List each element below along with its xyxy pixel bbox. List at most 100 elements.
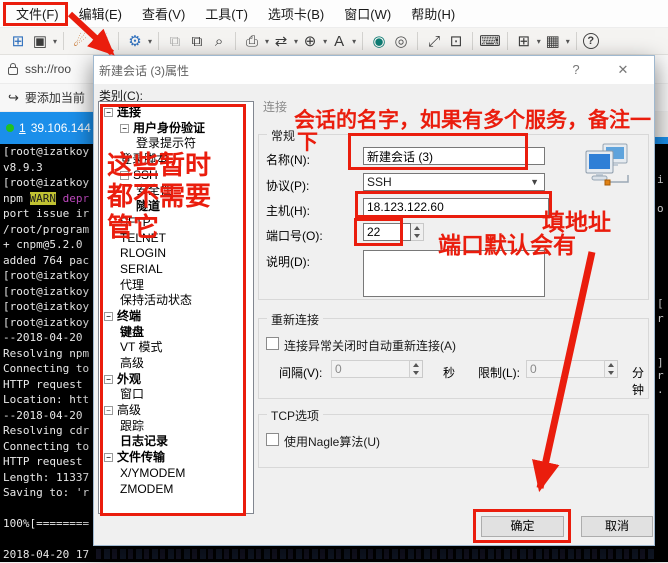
description-textarea[interactable] — [363, 250, 545, 297]
encoding-globe-icon-dropdown[interactable]: ▾ — [323, 37, 327, 46]
tree-item-ZMODEM[interactable]: ZMODEM — [99, 482, 253, 498]
menu-item-5[interactable]: 选项卡(B) — [258, 0, 334, 27]
open-folder-icon-dropdown[interactable]: ▾ — [53, 37, 57, 46]
tree-item-label: 安全性 — [136, 183, 173, 198]
tree-item-登录提示符[interactable]: 登录提示符 — [99, 136, 253, 152]
tree-collapse-icon[interactable]: − — [104, 453, 113, 463]
connect-icon[interactable]: ☄ — [70, 31, 90, 52]
interval-spin-buttons[interactable] — [410, 360, 423, 378]
port-input[interactable] — [363, 223, 411, 241]
copy-icon[interactable]: ⧉ — [165, 31, 185, 52]
tree-item-键盘[interactable]: 键盘 — [99, 325, 253, 341]
limit-input[interactable] — [526, 360, 605, 378]
tree-item-VT 模式[interactable]: VT 模式 — [99, 340, 253, 356]
disconnect-icon[interactable]: ☄ — [92, 31, 112, 52]
reconnect-checkbox[interactable] — [266, 337, 279, 350]
tree-collapse-icon[interactable]: − — [120, 124, 129, 134]
tree-item-label: SERIAL — [120, 261, 163, 276]
nagle-checkbox[interactable] — [266, 433, 279, 446]
session-properties-icon-dropdown[interactable]: ▾ — [148, 37, 152, 46]
tree-item-用户身份验证[interactable]: − 用户身份验证 — [99, 121, 253, 137]
host-input[interactable] — [363, 198, 549, 216]
address-text: ssh://roo — [25, 62, 72, 76]
fullscreen-icon[interactable]: ⤢ — [424, 31, 444, 52]
terminal-edge-char: [ — [657, 297, 664, 310]
tree-item-X/YMODEM[interactable]: X/YMODEM — [99, 466, 253, 482]
transfer-icon-dropdown[interactable]: ▾ — [294, 37, 298, 46]
tree-item-连接[interactable]: − 连接 — [99, 105, 253, 121]
open-folder-icon[interactable]: ▣ — [30, 31, 50, 52]
tree-item-隧道[interactable]: 隧道 — [99, 199, 253, 215]
interval-label: 间隔(V): — [279, 366, 323, 380]
tree-item-登录脚本[interactable]: 登录脚本 — [99, 152, 253, 168]
tree-item-外观[interactable]: − 外观 — [99, 372, 253, 388]
find-icon[interactable]: ⌕ — [209, 31, 229, 52]
tree-collapse-icon[interactable]: − — [104, 108, 113, 118]
dialog-close-button[interactable]: ✕ — [608, 60, 638, 80]
tree-item-高级[interactable]: − 高级 — [99, 403, 253, 419]
panel-section-header: 连接 — [263, 100, 288, 114]
new-window-icon-dropdown[interactable]: ▾ — [537, 37, 541, 46]
tree-item-高级[interactable]: 高级 — [99, 356, 253, 372]
terminal-line: [root@izatkoy — [3, 176, 90, 189]
xshell-icon[interactable]: ◉ — [369, 31, 389, 52]
tree-item-SFTP[interactable]: SFTP — [99, 215, 253, 231]
tree-item-终端[interactable]: − 终端 — [99, 309, 253, 325]
toolbar-separator — [417, 32, 419, 50]
tree-collapse-icon[interactable]: − — [104, 406, 113, 416]
dialog-title: 新建会话 (3)属性 — [99, 63, 190, 78]
session-properties-icon[interactable]: ⚙ — [125, 31, 145, 52]
virtual-keyboard-icon[interactable]: ⌨ — [479, 31, 501, 52]
tree-item-TELNET[interactable]: TELNET — [99, 231, 253, 247]
tree-item-窗口[interactable]: 窗口 — [99, 387, 253, 403]
menu-item-2[interactable]: 编辑(E) — [69, 0, 132, 27]
tree-item-RLOGIN[interactable]: RLOGIN — [99, 246, 253, 262]
tree-item-SSH[interactable]: − SSH — [99, 168, 253, 184]
limit-spin-buttons[interactable] — [605, 360, 618, 378]
print-icon-dropdown[interactable]: ▾ — [265, 37, 269, 46]
print-icon[interactable]: ⎙ — [242, 31, 262, 52]
terminal-line: [root@izatkoy — [3, 145, 90, 158]
name-input[interactable] — [363, 147, 545, 165]
tree-item-保持活动状态[interactable]: 保持活动状态 — [99, 293, 253, 309]
menu-item-7[interactable]: 帮助(H) — [401, 0, 465, 27]
help-icon[interactable]: ? — [582, 33, 599, 49]
tree-item-代理[interactable]: 代理 — [99, 278, 253, 294]
category-tree[interactable]: − 连接 − 用户身份验证 登录提示符 登录脚本 − SSH 安全性 隧道 SFTP TELNET RL… — [98, 101, 254, 514]
xftp-icon[interactable]: ◎ — [391, 31, 411, 52]
cancel-button[interactable]: 取消 — [581, 516, 653, 537]
font-icon[interactable]: A — [329, 31, 349, 52]
port-spin-buttons[interactable] — [411, 223, 424, 241]
new-window-icon[interactable]: ⊞ — [514, 31, 534, 52]
tree-collapse-icon[interactable]: − — [120, 171, 129, 181]
tree-item-安全性[interactable]: 安全性 — [99, 183, 253, 199]
tree-collapse-icon[interactable]: − — [104, 375, 113, 385]
terminal-line: --2018-04-20 — [3, 331, 83, 344]
layout-icon-dropdown[interactable]: ▾ — [566, 37, 570, 46]
terminal-edge-char: . — [657, 383, 664, 396]
font-icon-dropdown[interactable]: ▾ — [352, 37, 356, 46]
menu-item-4[interactable]: 工具(T) — [195, 0, 258, 27]
protocol-select[interactable]: SSH ▼ — [363, 173, 545, 191]
encoding-globe-icon[interactable]: ⊕ — [300, 31, 320, 52]
tree-collapse-icon[interactable]: − — [104, 312, 113, 322]
dialog-help-button[interactable]: ? — [561, 60, 591, 80]
menu-item-1[interactable]: 文件(F) — [6, 0, 69, 27]
tree-item-SERIAL[interactable]: SERIAL — [99, 262, 253, 278]
tree-item-日志记录[interactable]: 日志记录 — [99, 434, 253, 450]
session-tab[interactable]: 1 39.106.144 — [0, 112, 93, 144]
terminal-line: [root@izatkoy — [3, 269, 90, 282]
interval-input[interactable] — [331, 360, 410, 378]
lock-screen-icon[interactable]: ⊡ — [446, 31, 466, 52]
layout-icon[interactable]: ▦ — [543, 31, 563, 52]
menu-item-3[interactable]: 查看(V) — [132, 0, 195, 27]
tree-item-label: ZMODEM — [120, 481, 174, 496]
new-session-icon[interactable]: ⊞ — [8, 31, 28, 52]
tree-item-跟踪[interactable]: 跟踪 — [99, 419, 253, 435]
terminal-edge-char: o — [657, 202, 664, 215]
paste-icon[interactable]: ⧉ — [187, 31, 207, 52]
ok-button[interactable]: 确定 — [481, 516, 564, 537]
transfer-icon[interactable]: ⇄ — [271, 31, 291, 52]
tree-item-文件传输[interactable]: − 文件传输 — [99, 450, 253, 466]
menu-item-6[interactable]: 窗口(W) — [334, 0, 401, 27]
